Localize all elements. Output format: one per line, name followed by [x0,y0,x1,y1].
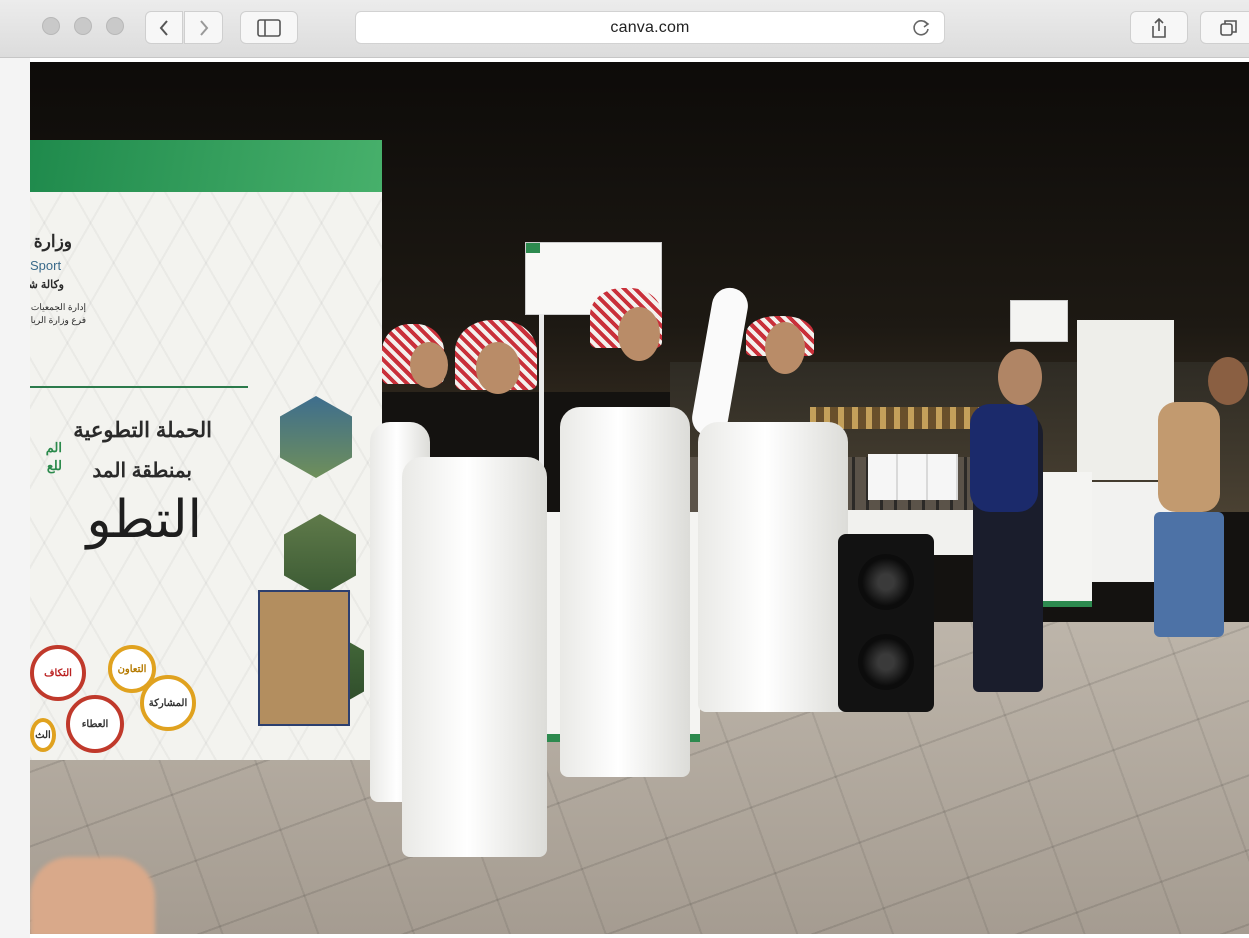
foreground-hand [30,857,155,934]
browser-toolbar: canva.com [0,0,1249,58]
banner-volunteer-word: التطو [86,491,202,549]
display-stand [1040,472,1092,607]
banner-divider [30,386,248,388]
share-button[interactable] [1130,11,1188,44]
banner-department-line2: فرع وزارة الرياضة بم [30,315,86,325]
banner-value-bubble: التكاف [30,645,86,701]
zoom-window-button[interactable] [106,17,124,35]
banner-region-text: بمنطقة المد [92,460,192,482]
speaker-cone [858,554,914,610]
minimize-window-button[interactable] [74,17,92,35]
share-icon [1152,17,1166,38]
banner-logo-text-1: الم [45,440,62,455]
banner-agency-text: وكالة شوؤ [30,279,64,291]
banner-logo-text-2: للع [46,458,62,473]
address-bar[interactable]: canva.com [355,11,945,44]
banner-ministry-text: وزارة [33,232,72,251]
person-vest [1158,402,1220,512]
cardboard-box [258,590,350,726]
loudspeaker [838,534,934,712]
banner-value-bubble: المشاركة [140,675,196,731]
show-tabs-button[interactable] [1200,11,1249,44]
person-face [410,342,448,388]
person-face [998,349,1042,405]
stacked-boxes [868,454,958,500]
tabs-icon [1220,19,1237,36]
person-robe [560,407,690,777]
person-robe [698,422,848,712]
person-face [476,342,520,394]
forward-button[interactable] [184,11,223,44]
person-face [618,307,660,361]
banner-campaign-title: الحملة التطوعية [73,419,212,442]
person-robe [402,457,547,857]
banner-photo-hexagon [284,514,356,596]
close-window-button[interactable] [42,17,60,35]
banner-value-bubble: الث [30,718,56,752]
person-face [765,322,805,374]
chevron-left-icon [159,19,168,36]
banner-value-bubble: العطاء [66,695,124,753]
person-jersey [970,404,1038,512]
url-text: canva.com [610,18,690,36]
sidebar-toggle-button[interactable] [240,11,298,44]
event-photo: وزارة Sport وكالة شوؤ إدارة الجمعيات وال… [30,62,1249,934]
banner-sport-text: Sport [30,258,62,273]
back-button[interactable] [145,11,183,44]
chevron-right-icon [199,19,208,36]
person-jeans [1154,512,1224,637]
banner-photo-hexagon [280,396,352,478]
reload-icon[interactable] [912,18,932,38]
banner-department-line1: إدارة الجمعيات والمؤسسات [30,302,86,312]
sidebar-icon [257,18,281,37]
banner-green-header [30,140,382,192]
page-margin [0,58,30,938]
speaker-cone [858,634,914,690]
small-sign [1010,300,1068,342]
person-face [1208,357,1248,405]
